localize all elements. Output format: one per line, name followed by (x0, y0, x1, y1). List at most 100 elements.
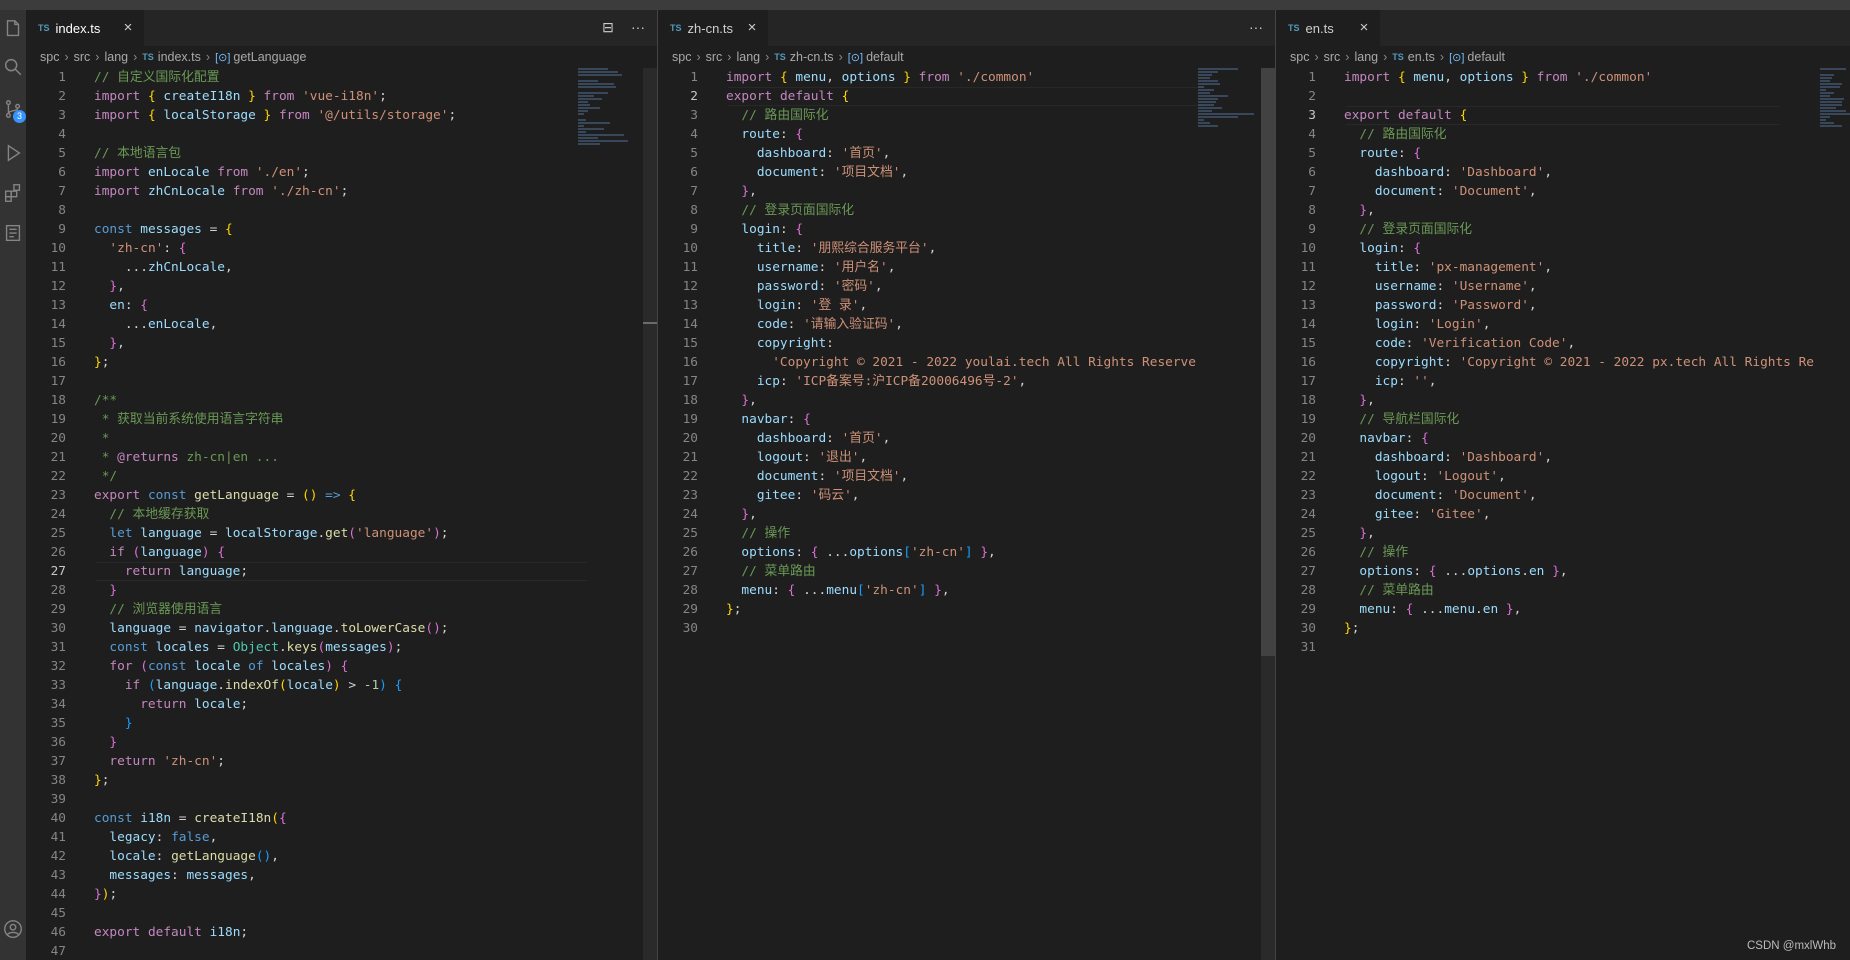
account-icon[interactable] (2, 918, 24, 940)
code-line[interactable]: 5 // 本地语言包 (26, 144, 657, 163)
explorer-icon[interactable] (2, 18, 24, 40)
code-line[interactable]: 8 }, (1276, 201, 1850, 220)
code-line[interactable]: 31 const locales = Object.keys(messages)… (26, 638, 657, 657)
more-actions-icon[interactable]: ··· (1247, 18, 1265, 36)
code-line[interactable]: 25 // 操作 (658, 524, 1275, 543)
breadcrumb-item[interactable]: spc (672, 50, 691, 64)
code-line[interactable]: 12 }, (26, 277, 657, 296)
code-line[interactable]: 17 (26, 372, 657, 391)
code-line[interactable]: 7 document: 'Document', (1276, 182, 1850, 201)
breadcrumb-item[interactable]: default (1467, 50, 1505, 64)
code-line[interactable]: 17 icp: 'ICP备案号:沪ICP备20006496号-2', (658, 372, 1275, 391)
breadcrumb-item[interactable]: src (1324, 50, 1341, 64)
scrollbar-thumb[interactable] (1261, 68, 1275, 656)
code-line[interactable]: 14 login: 'Login', (1276, 315, 1850, 334)
code-line[interactable]: 25 }, (1276, 524, 1850, 543)
breadcrumb-item[interactable]: lang (736, 50, 760, 64)
remote-explorer-icon[interactable] (2, 222, 24, 244)
code-line[interactable]: 21 logout: '退出', (658, 448, 1275, 467)
code-line[interactable]: 43 messages: messages, (26, 866, 657, 885)
code-line[interactable]: 5 dashboard: '首页', (658, 144, 1275, 163)
code-line[interactable]: 23 export const getLanguage = () => { (26, 486, 657, 505)
code-line[interactable]: 46 export default i18n; (26, 923, 657, 942)
code-line[interactable]: 9 // 登录页面国际化 (1276, 220, 1850, 239)
code-line[interactable]: 13 login: '登 录', (658, 296, 1275, 315)
code-line[interactable]: 20 dashboard: '首页', (658, 429, 1275, 448)
code-line[interactable]: 47 (26, 942, 657, 960)
code-line[interactable]: 27 options: { ...options.en }, (1276, 562, 1850, 581)
breadcrumb-item[interactable]: default (866, 50, 904, 64)
code-line[interactable]: 19 // 导航栏国际化 (1276, 410, 1850, 429)
code-line[interactable]: 39 (26, 790, 657, 809)
code-line[interactable]: 28 // 菜单路由 (1276, 581, 1850, 600)
code-line[interactable]: 17 icp: '', (1276, 372, 1850, 391)
code-line[interactable]: 29}; (658, 600, 1275, 619)
code-line[interactable]: 13 password: 'Password', (1276, 296, 1850, 315)
breadcrumb-item[interactable]: index.ts (158, 50, 201, 64)
code-line[interactable]: 28 menu: { ...menu['zh-cn'] }, (658, 581, 1275, 600)
code-line[interactable]: 14 code: '请输入验证码', (658, 315, 1275, 334)
code-line[interactable]: 19 * 获取当前系统使用语言字符串 (26, 410, 657, 429)
code-line[interactable]: 19 navbar: { (658, 410, 1275, 429)
code-line[interactable]: 18 }, (1276, 391, 1850, 410)
tab-index-ts[interactable]: TS index.ts × (26, 10, 144, 46)
code-line[interactable]: 14 ...enLocale, (26, 315, 657, 334)
code-line[interactable]: 26 // 操作 (1276, 543, 1850, 562)
code-line[interactable]: 42 locale: getLanguage(), (26, 847, 657, 866)
code-line[interactable]: 26 options: { ...options['zh-cn'] }, (658, 543, 1275, 562)
code-line[interactable]: 15 copyright: (658, 334, 1275, 353)
code-line[interactable]: 2 export default { (658, 87, 1275, 106)
code-line[interactable]: 8 (26, 201, 657, 220)
code-line[interactable]: 8 // 登录页面国际化 (658, 201, 1275, 220)
code-line[interactable]: 15 code: 'Verification Code', (1276, 334, 1850, 353)
minimap[interactable] (578, 68, 638, 178)
code-line[interactable]: 13 en: { (26, 296, 657, 315)
code-line[interactable]: 32 for (const locale of locales) { (26, 657, 657, 676)
close-icon[interactable]: × (1356, 20, 1372, 36)
minimap[interactable] (1820, 68, 1850, 178)
code-line[interactable]: 23 gitee: '码云', (658, 486, 1275, 505)
more-actions-icon[interactable]: ··· (629, 18, 647, 36)
code-line[interactable]: 6 document: '项目文档', (658, 163, 1275, 182)
code-line[interactable]: 16 copyright: 'Copyright © 2021 - 2022 p… (1276, 353, 1850, 372)
code-line[interactable]: 22 */ (26, 467, 657, 486)
breadcrumb-item[interactable]: en.ts (1408, 50, 1435, 64)
code-line[interactable]: 16 'Copyright © 2021 - 2022 youlai.tech … (658, 353, 1275, 372)
code-line[interactable]: 24 // 本地缓存获取 (26, 505, 657, 524)
code-line[interactable]: 12 password: '密码', (658, 277, 1275, 296)
code-editor[interactable]: 1 // 自定义国际化配置 2 import { createI18n } from … (26, 68, 657, 960)
code-line[interactable]: 6 import enLocale from './en'; (26, 163, 657, 182)
code-line[interactable]: 37 return 'zh-cn'; (26, 752, 657, 771)
code-line[interactable]: 31 (1276, 638, 1850, 657)
code-line[interactable]: 7 import zhCnLocale from './zh-cn'; (26, 182, 657, 201)
code-line[interactable]: 11 ...zhCnLocale, (26, 258, 657, 277)
breadcrumb-item[interactable]: src (706, 50, 723, 64)
code-line[interactable]: 7 }, (658, 182, 1275, 201)
code-line[interactable]: 4 // 路由国际化 (1276, 125, 1850, 144)
code-line[interactable]: 3 export default { (1276, 106, 1850, 125)
code-line[interactable]: 29 menu: { ...menu.en }, (1276, 600, 1850, 619)
code-line[interactable]: 10 title: '朋熙综合服务平台', (658, 239, 1275, 258)
code-line[interactable]: 20 navbar: { (1276, 429, 1850, 448)
code-line[interactable]: 21 * @returns zh-cn|en ... (26, 448, 657, 467)
code-line[interactable]: 27 // 菜单路由 (658, 562, 1275, 581)
code-line[interactable]: 41 legacy: false, (26, 828, 657, 847)
run-debug-icon[interactable] (2, 142, 24, 164)
code-line[interactable]: 9 login: { (658, 220, 1275, 239)
code-line[interactable]: 25 let language = localStorage.get('lang… (26, 524, 657, 543)
breadcrumb-item[interactable]: src (74, 50, 91, 64)
search-icon[interactable] (2, 56, 24, 78)
code-line[interactable]: 5 route: { (1276, 144, 1850, 163)
tab-zh-cn-ts[interactable]: TS zh-cn.ts × (658, 10, 768, 46)
code-line[interactable]: 11 username: '用户名', (658, 258, 1275, 277)
code-line[interactable]: 2 import { createI18n } from 'vue-i18n'; (26, 87, 657, 106)
code-line[interactable]: 18 /** (26, 391, 657, 410)
code-line[interactable]: 24 gitee: 'Gitee', (1276, 505, 1850, 524)
code-line[interactable]: 4 route: { (658, 125, 1275, 144)
close-icon[interactable]: × (744, 20, 760, 36)
code-line[interactable]: 10 'zh-cn': { (26, 239, 657, 258)
code-line[interactable]: 30 language = navigator.language.toLower… (26, 619, 657, 638)
code-line[interactable]: 15 }, (26, 334, 657, 353)
code-line[interactable]: 27 return language; (26, 562, 657, 581)
code-line[interactable]: 4 (26, 125, 657, 144)
